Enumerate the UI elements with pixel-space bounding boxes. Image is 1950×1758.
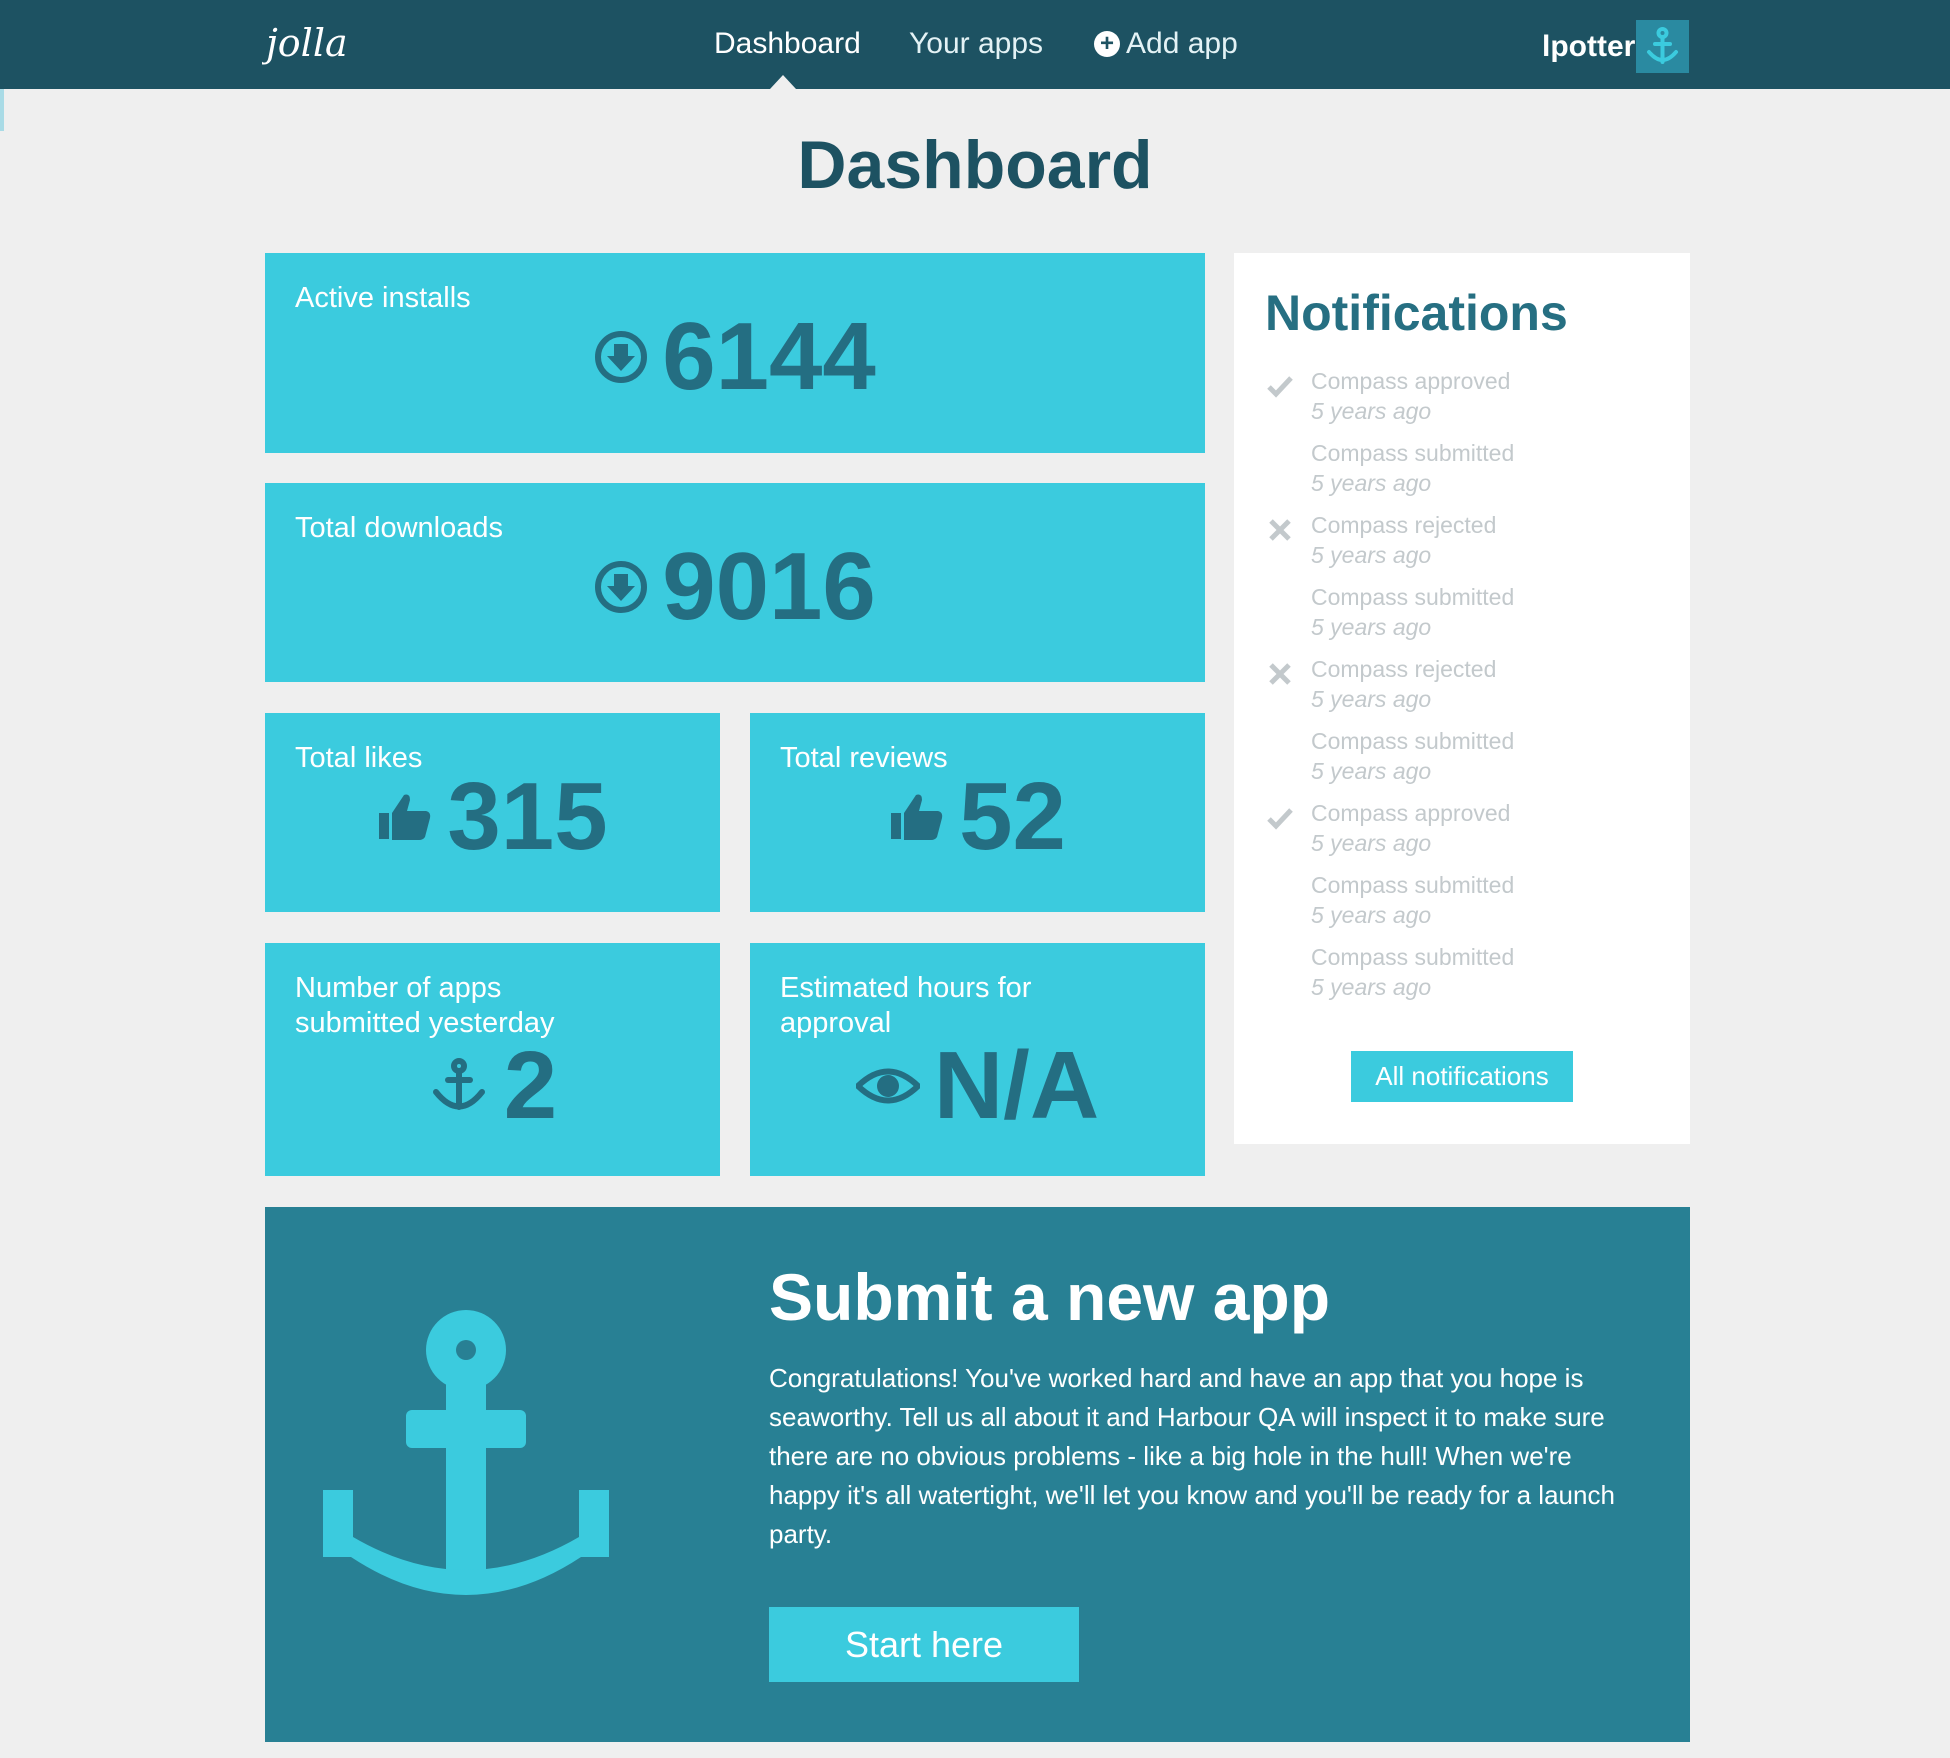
all-notifications-button[interactable]: All notifications [1351, 1051, 1573, 1102]
stat-value-row: 315 [265, 767, 720, 867]
stat-value: 52 [959, 763, 1066, 870]
notification-item[interactable]: Compass submitted 5 years ago [1234, 942, 1690, 1014]
notification-time: 5 years ago [1311, 830, 1432, 856]
download-circle-icon [595, 331, 648, 383]
logo-text: jolla [262, 21, 348, 65]
notification-item[interactable]: Compass approved 5 years ago [1234, 366, 1690, 438]
notification-text: Compass approved [1311, 800, 1511, 826]
submit-title: Submit a new app [769, 1260, 1331, 1334]
notification-item[interactable]: Compass rejected 5 years ago [1234, 510, 1690, 582]
notification-time: 5 years ago [1311, 614, 1432, 640]
notification-text: Compass submitted [1311, 728, 1515, 754]
notification-time: 5 years ago [1311, 902, 1432, 928]
stat-value: 9016 [662, 533, 876, 640]
start-here-button[interactable]: Start here [769, 1607, 1079, 1682]
jolla-logo[interactable]: jolla [262, 12, 352, 76]
notification-time: 5 years ago [1311, 758, 1432, 784]
stat-label-line: Number of apps [295, 972, 502, 1004]
notification-text: Compass submitted [1311, 440, 1515, 466]
notification-time: 5 years ago [1311, 470, 1432, 496]
check-icon [1267, 376, 1293, 398]
notification-time: 5 years ago [1311, 974, 1432, 1000]
cross-icon [1269, 663, 1291, 685]
page-title: Dashboard [797, 127, 1153, 203]
stat-card-total-reviews: Total reviews 52 [750, 713, 1205, 912]
stat-value: N/A [933, 1032, 1100, 1139]
stat-card-approval-hours: Estimated hours for approval N/A [750, 943, 1205, 1176]
notifications-panel: Notifications Compass approved 5 years a… [1234, 253, 1690, 1144]
stat-value-row: 2 [265, 1036, 720, 1136]
top-navbar: jolla Dashboard Your apps + Add app lpott… [0, 0, 1950, 89]
nav-dashboard[interactable]: Dashboard [714, 22, 861, 66]
stat-value: 315 [447, 763, 608, 870]
notification-item[interactable]: Compass submitted 5 years ago [1234, 870, 1690, 942]
nav-your-apps[interactable]: Your apps [909, 22, 1043, 66]
stat-card-apps-submitted: Number of apps submitted yesterday 2 [265, 943, 720, 1176]
notification-item[interactable]: Compass rejected 5 years ago [1234, 654, 1690, 726]
stat-card-active-installs: Active installs 6144 [265, 253, 1205, 453]
notification-text: Compass submitted [1311, 584, 1515, 610]
anchor-icon [432, 1058, 485, 1110]
notification-time: 5 years ago [1311, 398, 1432, 424]
eye-icon [855, 1068, 920, 1104]
stat-card-total-downloads: Total downloads 9016 [265, 483, 1205, 682]
submit-app-banner: Submit a new app Congratulations! You've… [265, 1207, 1690, 1742]
notification-text: Compass submitted [1311, 944, 1515, 970]
anchor-icon [1647, 27, 1678, 64]
check-icon [1267, 808, 1293, 830]
notification-item[interactable]: Compass submitted 5 years ago [1234, 438, 1690, 510]
notification-time: 5 years ago [1311, 542, 1432, 568]
thumbs-up-icon [891, 794, 943, 840]
active-nav-indicator [770, 75, 796, 89]
nav-add-app-label: Add app [1126, 27, 1238, 60]
stat-card-total-likes: Total likes 315 [265, 713, 720, 912]
notification-text: Compass submitted [1311, 872, 1515, 898]
stat-label: Estimated hours for approval [780, 971, 1031, 1041]
notification-text: Compass rejected [1311, 656, 1497, 682]
notification-item[interactable]: Compass submitted 5 years ago [1234, 582, 1690, 654]
stat-label-line: Estimated hours for [780, 972, 1032, 1004]
notification-text: Compass rejected [1311, 512, 1497, 538]
user-name[interactable]: lpotter [1542, 26, 1635, 68]
anchor-icon [323, 1310, 609, 1595]
thumbs-up-icon [379, 794, 431, 840]
stat-value-row: 52 [750, 767, 1205, 867]
notification-time: 5 years ago [1311, 686, 1432, 712]
nav-add-app[interactable]: + Add app [1094, 22, 1238, 66]
stat-value-row: N/A [750, 1036, 1205, 1136]
download-circle-icon [595, 561, 648, 613]
notification-text: Compass approved [1311, 368, 1511, 394]
stat-value: 6144 [662, 303, 876, 410]
stat-value-row: 9016 [265, 537, 1205, 637]
notification-item[interactable]: Compass submitted 5 years ago [1234, 726, 1690, 798]
submit-description: Congratulations! You've worked hard and … [769, 1363, 1615, 1549]
notification-item[interactable]: Compass approved 5 years ago [1234, 798, 1690, 870]
stat-label: Number of apps submitted yesterday [295, 971, 555, 1041]
stat-value: 2 [503, 1032, 558, 1139]
avatar[interactable] [1636, 20, 1689, 73]
stat-value-row: 6144 [265, 307, 1205, 407]
plus-circle-icon: + [1094, 31, 1120, 57]
notifications-title: Notifications [1265, 285, 1568, 341]
cross-icon [1269, 519, 1291, 541]
